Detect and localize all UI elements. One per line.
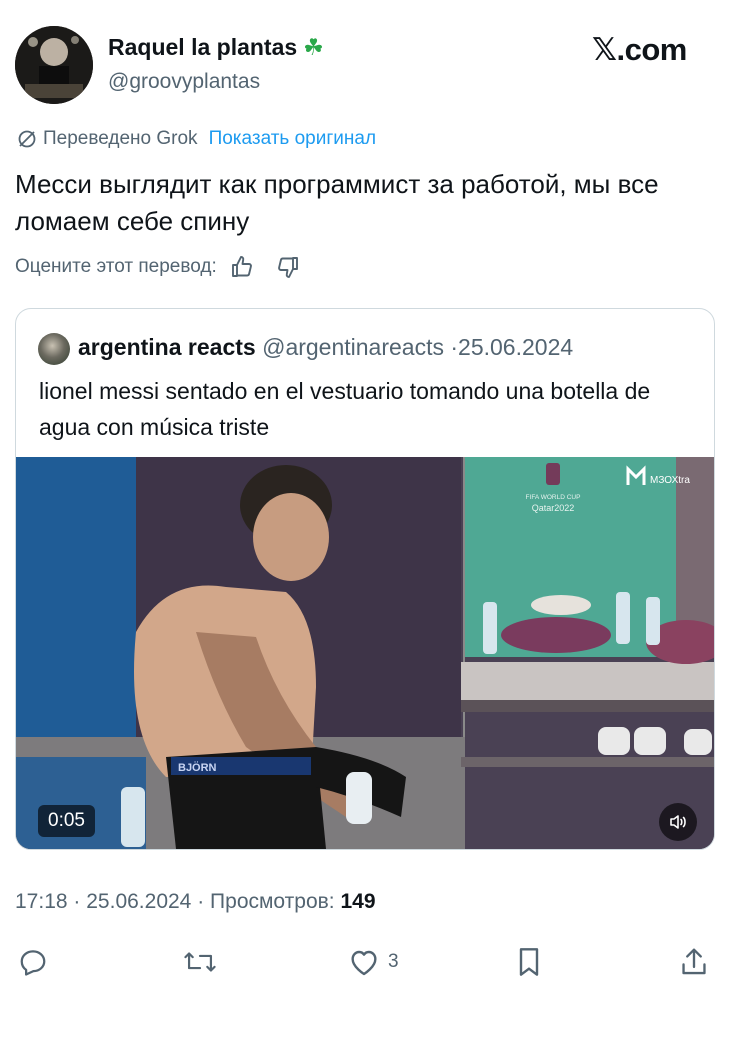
author-handle[interactable]: @groovyplantas [108, 70, 260, 94]
repost-icon [184, 952, 216, 972]
quoted-tweet-header: argentina reacts @argentinareacts ·25.06… [78, 334, 573, 361]
tweet-time[interactable]: 17:18 [15, 890, 68, 913]
thumbs-down-icon [277, 257, 298, 278]
quoted-date[interactable]: 25.06.2024 [458, 334, 573, 360]
like-count: 3 [388, 951, 399, 972]
x-com-logo: 𝕏.com [592, 32, 687, 68]
author-avatar[interactable] [15, 26, 93, 104]
mute-toggle[interactable] [659, 803, 697, 841]
tweet-date[interactable]: 25.06.2024 [86, 890, 191, 913]
thumbs-up-button[interactable] [229, 254, 255, 280]
rate-translation: Оцените этот перевод: [15, 254, 301, 280]
tweet-text: Месси выглядит как программист за работо… [15, 169, 659, 236]
quoted-tweet-text: lionel messi sentado en el vestuario tom… [39, 378, 651, 440]
reply-button[interactable] [18, 944, 48, 980]
blue-wall-panel [16, 457, 136, 777]
heart-icon [351, 950, 377, 976]
like-button[interactable]: 3 [348, 944, 399, 980]
bookmark-icon [519, 948, 539, 976]
views-label: Просмотров: [210, 890, 335, 913]
author-display-name[interactable]: Raquel la plantas ☘ [108, 34, 324, 61]
video-player[interactable]: FIFA WORLD CUP Qatar2022 BJÖRN МЗОХtra 0… [16, 457, 714, 849]
separator-dot: · [450, 334, 459, 360]
x-logo-icon: 𝕏 [592, 32, 617, 68]
translation-info: Переведено Grok Показать оригинал [17, 128, 376, 150]
shorts-brand-text: BJÖRN [178, 761, 217, 774]
views-count: 149 [340, 890, 376, 913]
video-frame: FIFA WORLD CUP Qatar2022 BJÖRN МЗОХtra [16, 457, 714, 849]
quoted-tweet-card[interactable]: argentina reacts @argentinareacts ·25.06… [15, 308, 715, 850]
show-original-link[interactable]: Показать оригинал [209, 128, 376, 150]
repost-button[interactable] [183, 944, 217, 980]
quoted-author-handle[interactable]: @argentinareacts [262, 334, 444, 360]
reply-icon [20, 950, 46, 976]
watermark-text: МЗОХtra [650, 475, 690, 486]
brand-domain: .com [616, 32, 687, 67]
thumbs-down-button[interactable] [275, 254, 301, 280]
bookmark-button[interactable] [515, 944, 543, 980]
share-button[interactable] [679, 944, 709, 980]
speaker-icon [670, 815, 686, 829]
video-duration: 0:05 [38, 805, 95, 837]
translated-by-label: Переведено Grok [43, 128, 198, 149]
cup-label-line1: FIFA WORLD CUP [526, 494, 581, 501]
author-name-text: Raquel la plantas [108, 34, 298, 60]
clover-icon: ☘ [303, 34, 324, 60]
separator-dot: · [197, 890, 205, 913]
cup-label-line2: Qatar2022 [532, 503, 575, 513]
rate-label: Оцените этот перевод: [15, 256, 217, 277]
tweet-meta: 17:18 · 25.06.2024 · Просмотров: 149 [15, 890, 376, 914]
quoted-author-name[interactable]: argentina reacts [78, 334, 256, 360]
thumbs-up-icon [231, 256, 252, 277]
separator-dot: · [73, 890, 81, 913]
share-icon [682, 948, 706, 975]
grok-icon [18, 130, 36, 148]
avatar-photo [15, 26, 93, 104]
quoted-author-avatar[interactable] [38, 333, 70, 365]
